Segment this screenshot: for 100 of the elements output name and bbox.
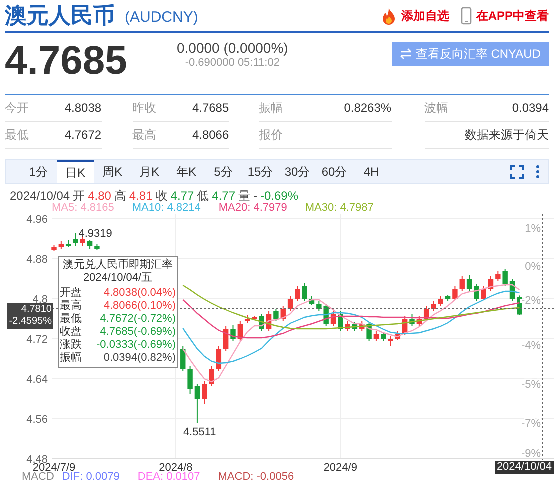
candlestick [216, 346, 222, 372]
info-date: 2024/10/04 [10, 190, 70, 202]
axis-label: 2024/7/9 [32, 462, 76, 474]
candlestick [474, 284, 480, 302]
action-link[interactable]: 在APP中查看 [461, 6, 549, 24]
tooltip-label: 收盘 [60, 326, 82, 339]
macd-value: DEA: 0.0107 [138, 472, 200, 483]
axis-label: 4.64 [26, 374, 48, 386]
period-tab[interactable]: 5分 [205, 160, 242, 183]
stat-label: 振幅 [259, 100, 284, 117]
period-tab[interactable]: 月K [131, 160, 168, 183]
tooltip-value: 4.8038(0.04%) [104, 287, 176, 300]
macd-label: MACD [22, 472, 54, 483]
period-tab[interactable]: 15分 [242, 160, 279, 183]
candlestick [188, 366, 193, 394]
info-label: 开 [73, 190, 86, 202]
axis-label: 4.88 [26, 254, 48, 266]
axis-label: 2024/9 [324, 462, 358, 474]
tooltip-label: 最低 [60, 313, 82, 326]
stat-value: 4.7685 [192, 100, 230, 117]
tooltip-value: 4.8066(0.10%) [104, 300, 176, 313]
info-label: 收 [156, 190, 168, 202]
tooltip-date: 2024/10/04/五 [82, 272, 154, 285]
candlestick [223, 326, 229, 352]
info-label: 高 [114, 190, 126, 202]
fullscreen-icon[interactable] [510, 164, 524, 178]
axis-label: -4% [521, 340, 541, 352]
axis-label: 1% [525, 223, 541, 235]
info-label: 低 [197, 190, 210, 202]
info-value: 4.77 [170, 190, 194, 202]
tooltip-label: 最高 [60, 300, 82, 313]
stat-label: 今开 [5, 100, 29, 117]
axis-label: -5% [521, 379, 541, 391]
candlestick [431, 301, 436, 312]
candlestick [230, 324, 236, 342]
macd-value: MACD: -0.0056 [218, 472, 294, 483]
stat-label: 昨收 [132, 100, 157, 117]
tooltip-value: 4.7685(-0.69%) [100, 326, 176, 339]
candlestick [274, 308, 279, 322]
period-tab[interactable]: 周K [94, 160, 131, 183]
candlestick [295, 286, 300, 302]
ma-legend: MA20: 4.7979 [218, 202, 288, 214]
stat-value: 4.7672 [64, 127, 102, 144]
candlestick [288, 296, 294, 312]
stat-value: 0.0394 [512, 100, 550, 117]
stat-label: 最高 [132, 127, 157, 144]
candlestick [452, 286, 458, 301]
ma-legend: MA10: 4.8214 [132, 202, 201, 214]
stat-value: 4.8038 [64, 100, 102, 117]
flame-icon [381, 6, 398, 24]
candlestick [460, 276, 465, 292]
stat-label: 报价 [259, 127, 284, 144]
more-icon[interactable] [536, 164, 540, 178]
tooltip-label: 振幅 [60, 352, 82, 365]
action-link[interactable]: 添加自选 [381, 6, 450, 24]
price-change: 0.0000 (0.0000%) [177, 41, 288, 55]
candlestick [302, 282, 308, 302]
info-value: 4.80 [88, 190, 112, 202]
price-value: 4.7685 [5, 41, 128, 81]
candlestick [374, 331, 380, 342]
tooltip-label: 涨跌 [60, 339, 82, 352]
stat-value: 数据来源于倚天 [465, 127, 550, 144]
candlestick [466, 274, 472, 292]
swap-icon [400, 48, 412, 60]
period-tab[interactable]: 30分 [279, 160, 316, 183]
stat-label: 波幅 [424, 100, 449, 117]
ma-legend: MA30: 4.7987 [305, 202, 374, 214]
axis-label: 4.96 [26, 214, 48, 226]
tooltip-value: 4.7672(-0.72%) [100, 313, 176, 326]
info-value: - [254, 190, 258, 202]
period-tab[interactable]: 60分 [316, 160, 353, 183]
candlestick [517, 295, 522, 316]
candlestick [438, 296, 444, 306]
info-value: 4.81 [129, 190, 153, 202]
price-detail: -0.690000 05:11:02 [185, 58, 280, 69]
candlestick [80, 236, 86, 246]
axis-label: 2024/8 [159, 462, 193, 474]
axis-label: 4.56 [26, 414, 48, 426]
page-title: 澳元人民币 [5, 4, 115, 26]
info-change: -0.69% [260, 190, 299, 202]
tooltip-label: 开盘 [60, 287, 82, 300]
phone-icon [461, 6, 472, 24]
period-tab[interactable]: 1分 [20, 160, 57, 183]
tooltip-value: 0.0394(0.82%) [104, 352, 176, 365]
info-value: 4.77 [212, 190, 236, 202]
cursor-price-label: 4.7810 -2.4595% [7, 303, 53, 329]
stat-value: 0.8263% [344, 100, 392, 117]
tooltip-title: 澳元兑人民币即期汇率 [62, 259, 174, 272]
axis-label: 0% [525, 261, 541, 273]
axis-label: -7% [521, 418, 541, 430]
stat-label: 最低 [5, 127, 29, 144]
period-tab[interactable]: 年K [168, 160, 205, 183]
period-tab[interactable]: 日K [57, 160, 94, 183]
tooltip-value: -0.0333(-0.69%) [96, 339, 176, 352]
macd-value: DIF: 0.0079 [62, 472, 120, 483]
axis-label: 4.8 [32, 294, 48, 306]
candlestick [202, 381, 208, 404]
period-tab[interactable]: 4H [353, 160, 390, 183]
ma-legend: MA5: 4.8165 [52, 202, 114, 214]
candlestick [209, 366, 214, 387]
